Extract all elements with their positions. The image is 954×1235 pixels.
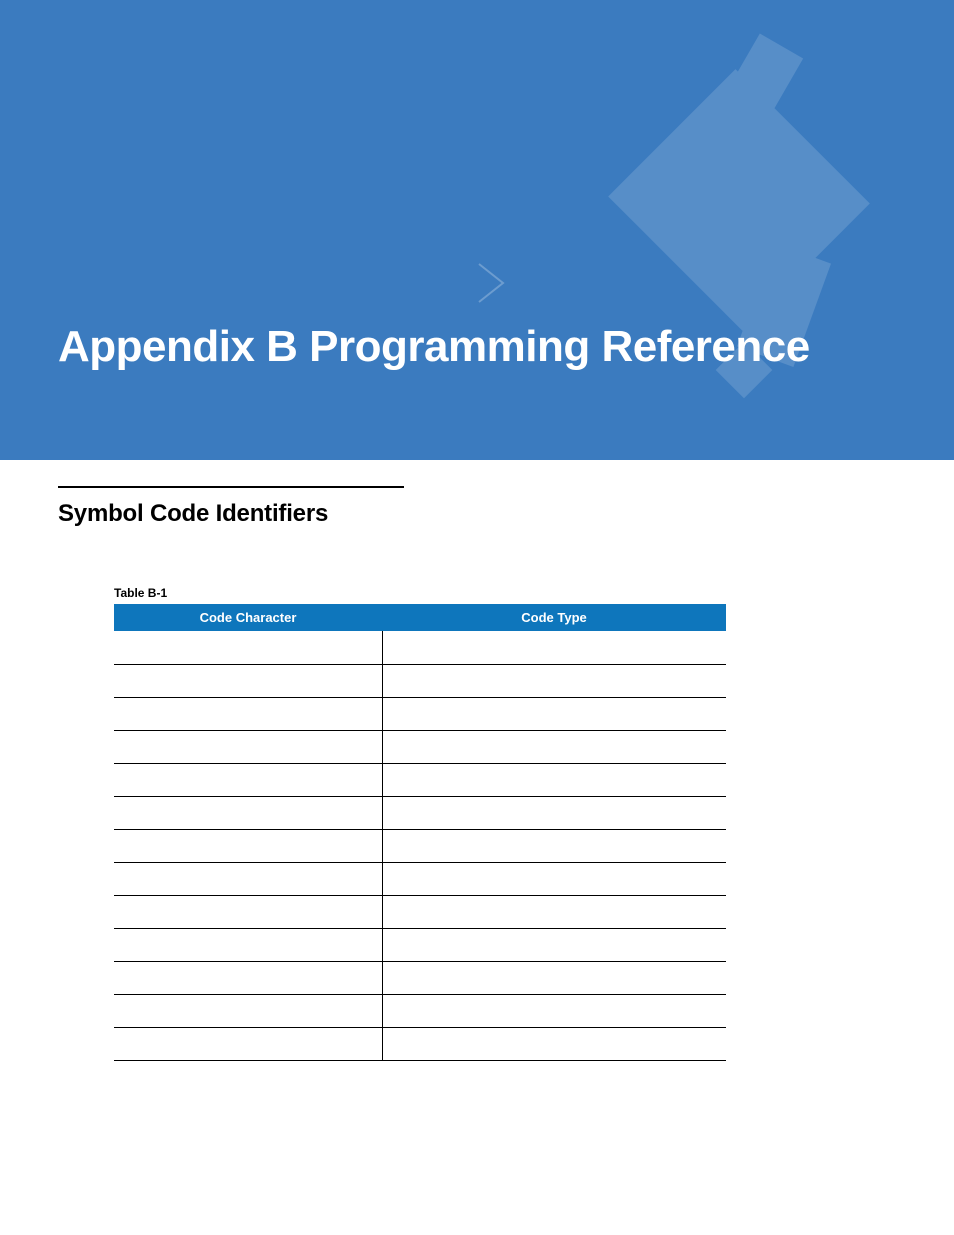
table-row [114,697,726,730]
column-header-code-character: Code Character [114,604,382,631]
table-row [114,664,726,697]
table-row [114,631,726,664]
table-cell [114,1027,382,1060]
table-cell [114,928,382,961]
table-cell [114,829,382,862]
table-cell [114,895,382,928]
table-cell [114,994,382,1027]
table-row [114,961,726,994]
table-row [114,928,726,961]
table-row [114,796,726,829]
section-rule [58,486,404,488]
table-cell [382,664,726,697]
chevron-right-icon [475,260,509,306]
table-row [114,829,726,862]
table-cell [114,862,382,895]
table-cell [382,730,726,763]
table-row [114,994,726,1027]
content-area: Symbol Code Identifiers Table B-1 Code C… [0,486,954,1061]
table-row [114,763,726,796]
table-cell [382,697,726,730]
table-label: Table B-1 [114,586,726,600]
table-cell [382,796,726,829]
table-cell [114,961,382,994]
table-cell [382,631,726,664]
table-cell [114,763,382,796]
scanner-watermark-graphic [574,20,894,440]
table-cell [114,664,382,697]
table-row [114,730,726,763]
table-cell [114,796,382,829]
table-cell [382,994,726,1027]
page-title: Appendix B Programming Reference [58,322,810,372]
table-cell [382,829,726,862]
table-cell [382,1027,726,1060]
table-cell [382,763,726,796]
table-row [114,862,726,895]
table-cell [382,928,726,961]
section-heading: Symbol Code Identifiers [58,500,896,528]
table-row [114,1027,726,1060]
table-cell [382,961,726,994]
table-container: Table B-1 Code Character Code Type [114,586,726,1061]
symbol-code-table: Code Character Code Type [114,604,726,1061]
table-cell [114,631,382,664]
header-band: Appendix B Programming Reference [0,0,954,460]
table-cell [114,697,382,730]
column-header-code-type: Code Type [382,604,726,631]
table-row [114,895,726,928]
table-cell [114,730,382,763]
table-cell [382,895,726,928]
table-cell [382,862,726,895]
